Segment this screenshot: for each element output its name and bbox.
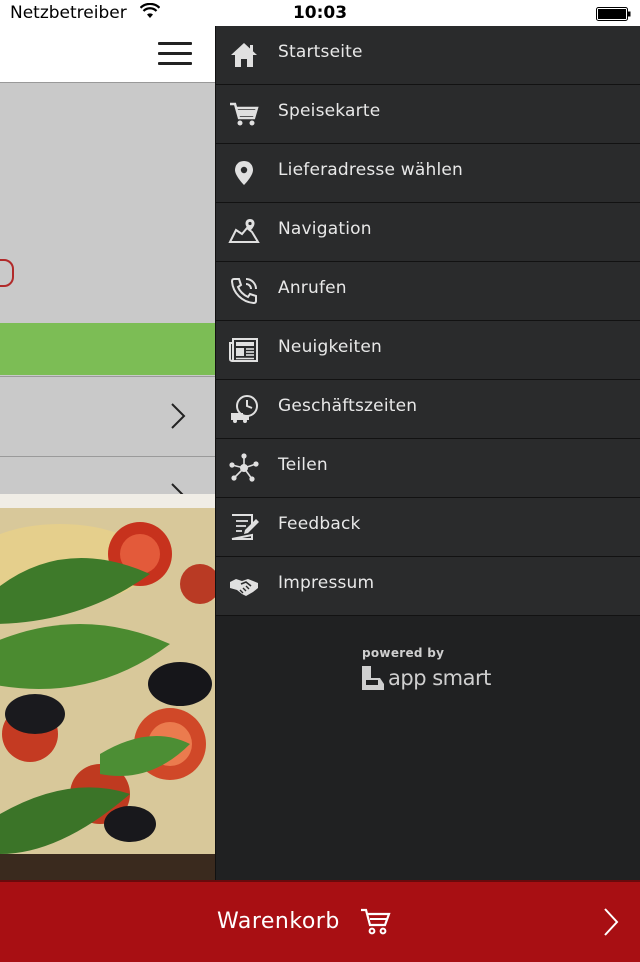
battery-icon <box>596 6 632 21</box>
menu-item-label: Speisekarte <box>278 101 381 121</box>
main-app-content <box>0 26 215 880</box>
app-header <box>0 26 215 83</box>
menu-item-geschaeftszeiten[interactable]: Geschäftszeiten <box>216 380 640 439</box>
chevron-right-icon <box>604 908 619 936</box>
home-icon <box>228 39 260 71</box>
menu-item-label: Lieferadresse wählen <box>278 160 463 180</box>
menu-item-neuigkeiten[interactable]: Neuigkeiten <box>216 321 640 380</box>
menu-item-startseite[interactable]: Startseite <box>216 26 640 85</box>
brand-name: app smart <box>388 666 491 690</box>
cart-bar[interactable]: Warenkorb <box>0 880 640 962</box>
phone-icon <box>228 275 260 307</box>
app-smart-logo: app smart <box>362 664 502 694</box>
menu-item-teilen[interactable]: Teilen <box>216 439 640 498</box>
menu-item-label: Neuigkeiten <box>278 337 382 357</box>
menu-item-label: Anrufen <box>278 278 347 298</box>
handshake-icon <box>228 570 260 602</box>
menu-item-impressum[interactable]: Impressum <box>216 557 640 616</box>
green-action-bar[interactable] <box>0 323 215 375</box>
cart-icon <box>228 98 260 130</box>
app-smart-logo-mark <box>362 666 384 690</box>
status-bar: Netzbetreiber 10:03 <box>0 0 640 26</box>
menu-item-label: Startseite <box>278 42 363 62</box>
menu-item-anrufen[interactable]: Anrufen <box>216 262 640 321</box>
location-pin-icon <box>228 157 260 189</box>
menu-item-label: Navigation <box>278 219 372 239</box>
menu-item-label: Feedback <box>278 514 361 534</box>
map-icon <box>228 216 260 248</box>
list-item[interactable] <box>0 376 215 455</box>
delivery-clock-icon <box>228 393 260 425</box>
clock: 10:03 <box>292 3 348 23</box>
hero-logo-fragment <box>0 259 14 287</box>
navigation-drawer: Startseite Speisekarte Lieferadresse wäh… <box>215 26 640 880</box>
newspaper-icon <box>228 334 260 366</box>
menu-item-speisekarte[interactable]: Speisekarte <box>216 85 640 144</box>
drawer-menu: Startseite Speisekarte Lieferadresse wäh… <box>216 26 640 616</box>
menu-item-feedback[interactable]: Feedback <box>216 498 640 557</box>
cart-icon <box>361 908 391 935</box>
menu-item-label: Geschäftszeiten <box>278 396 418 416</box>
powered-by-text: powered by <box>362 646 445 660</box>
hero-image <box>0 83 215 323</box>
menu-toggle-button[interactable] <box>158 42 192 68</box>
menu-item-label: Teilen <box>278 455 328 475</box>
menu-item-lieferadresse[interactable]: Lieferadresse wählen <box>216 144 640 203</box>
feedback-icon <box>228 511 260 543</box>
menu-item-label: Impressum <box>278 573 375 593</box>
chevron-right-icon <box>171 403 186 429</box>
menu-item-navigation[interactable]: Navigation <box>216 203 640 262</box>
powered-by-footer: powered by app smart <box>362 646 502 694</box>
cart-label: Warenkorb <box>217 909 340 934</box>
pizza-image <box>0 494 215 880</box>
share-icon <box>228 452 260 484</box>
